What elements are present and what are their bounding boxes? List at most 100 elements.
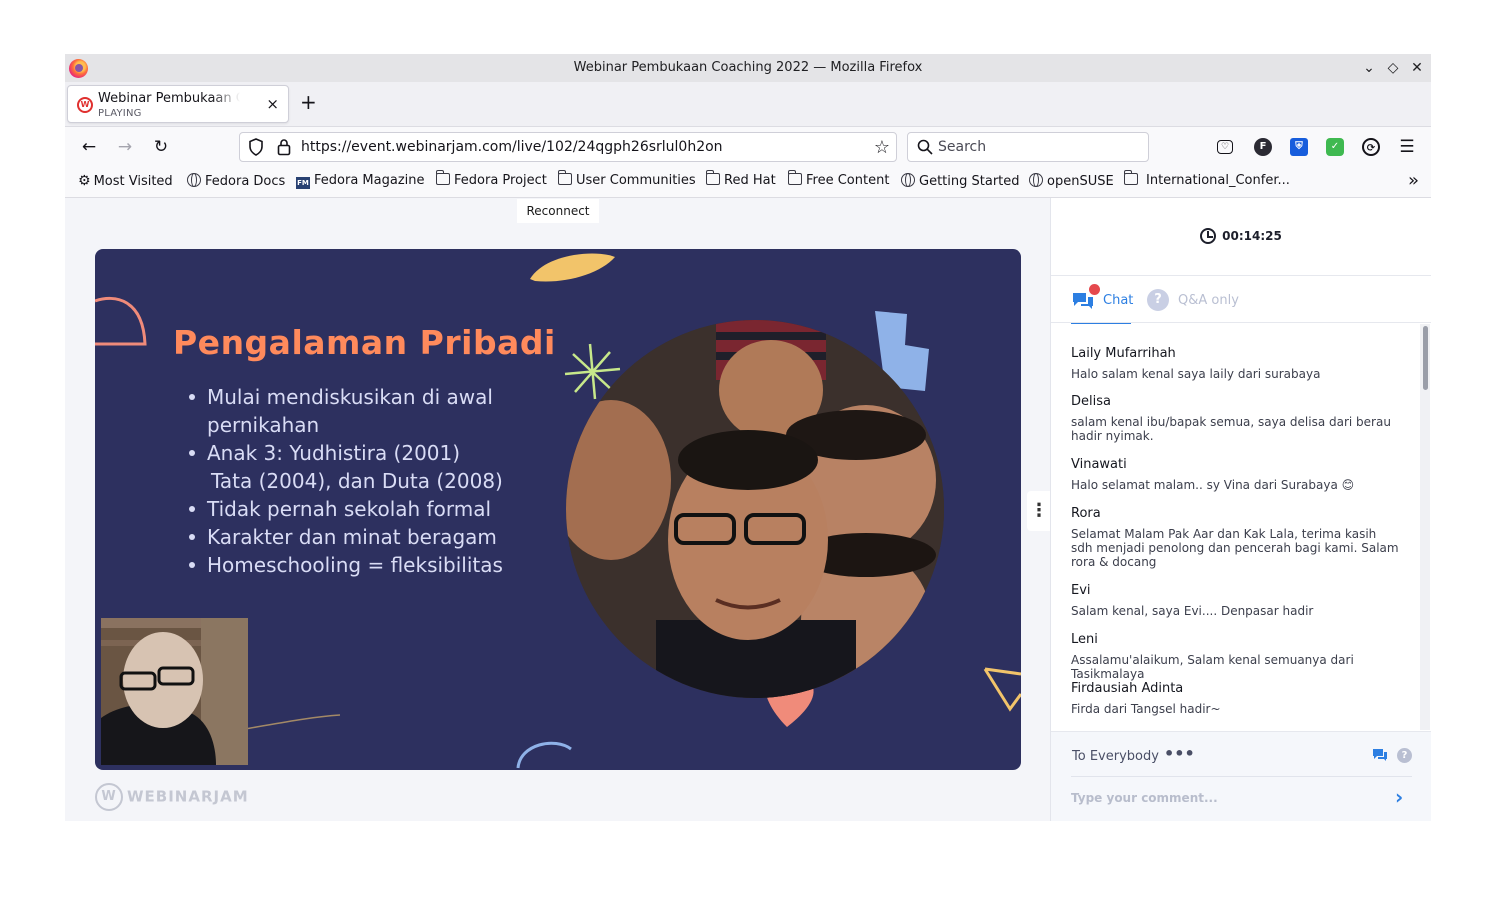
bookmark-getting-started[interactable]: Getting Started xyxy=(901,173,1020,189)
bookmark-international-confer[interactable]: International_Confer... xyxy=(1123,170,1290,188)
tab-chat[interactable]: Chat xyxy=(1071,284,1134,324)
reload-button[interactable]: ↻ xyxy=(150,136,172,158)
slide-bullet: Tidak pernah sekolah formal xyxy=(187,495,503,523)
message-text: salam kenal ibu/bapak semua, saya delisa… xyxy=(1071,415,1391,443)
divider xyxy=(1051,322,1431,323)
bookmark-fedora-magazine[interactable]: FM Fedora Magazine xyxy=(296,173,425,189)
more-options-icon[interactable]: ••• xyxy=(1164,744,1195,763)
message-author: Vinawati xyxy=(1071,457,1127,472)
bookmark-star-icon[interactable]: ☆ xyxy=(874,137,890,158)
chat-message: Laily Mufarrihah Halo salam kenal saya l… xyxy=(1071,346,1401,381)
comment-input[interactable] xyxy=(1071,788,1381,808)
gear-icon: ⚙ xyxy=(78,173,91,189)
browser-window: Webinar Pembukaan Coaching 2022 — Mozill… xyxy=(65,54,1431,821)
message-author: Delisa xyxy=(1071,394,1111,409)
chat-message: Leni Assalamu'alaikum, Salam kenal semua… xyxy=(1071,632,1401,681)
reconnect-button[interactable]: Reconnect xyxy=(517,199,599,223)
new-tab-button[interactable]: + xyxy=(300,92,317,112)
privacy-badger-icon[interactable]: ✓ xyxy=(1326,138,1344,156)
chat-mode-icon[interactable] xyxy=(1372,748,1388,762)
notification-dot xyxy=(1089,284,1100,295)
message-text: Selamat Malam Pak Aar dan Kak Lala, teri… xyxy=(1071,527,1399,569)
chat-scrollbar-thumb[interactable] xyxy=(1423,326,1428,390)
send-chevron-icon[interactable]: › xyxy=(1395,787,1413,808)
title-bar: Webinar Pembukaan Coaching 2022 — Mozill… xyxy=(65,54,1431,82)
family-photo xyxy=(566,320,944,698)
slide-bullet: Karakter dan minat beragam xyxy=(187,523,503,551)
tab-title: Webinar Pembukaan Coaching 2022 xyxy=(98,91,240,106)
tab-webinar[interactable]: W Webinar Pembukaan Coaching 2022 PLAYIN… xyxy=(67,85,289,123)
bookmark-opensuse[interactable]: openSUSE xyxy=(1029,173,1114,189)
maximize-icon[interactable]: ◇ xyxy=(1383,58,1403,78)
forward-button[interactable]: → xyxy=(114,136,136,158)
globe-icon xyxy=(1029,173,1043,187)
bookmark-red-hat[interactable]: Red Hat xyxy=(705,170,776,188)
extension-f-icon[interactable]: F xyxy=(1254,138,1272,156)
tab-qa[interactable]: ? Q&A only xyxy=(1147,286,1257,324)
clock-icon xyxy=(1200,228,1217,244)
pocket-icon[interactable]: ♡ xyxy=(1217,140,1233,154)
close-window-icon[interactable]: ✕ xyxy=(1407,58,1427,78)
bookmark-fedora-docs[interactable]: Fedora Docs xyxy=(187,173,285,189)
webinarjam-favicon-icon: W xyxy=(77,97,93,113)
message-text: Halo salam kenal saya laily dari surabay… xyxy=(1071,367,1321,381)
message-text: Salam kenal, saya Evi.... Denpasar hadir xyxy=(1071,604,1314,618)
navigation-bar: ← → ↻ https://event.webinarjam.com/live/… xyxy=(65,126,1431,166)
speaker-video-thumbnail[interactable] xyxy=(101,618,248,765)
slide-bullet: Homeschooling = fleksibilitas xyxy=(187,551,503,579)
session-timer: 00:14:25 xyxy=(1051,228,1431,244)
question-mode-icon[interactable]: ? xyxy=(1397,748,1412,763)
bitwarden-icon[interactable]: ⛨ xyxy=(1290,138,1308,156)
chat-message: Firdausiah Adinta Firda dari Tangsel had… xyxy=(1071,681,1401,716)
tab-playing-status: PLAYING xyxy=(98,108,142,119)
bookmark-free-content[interactable]: Free Content xyxy=(787,170,889,188)
webinar-page: Reconnect Pengalaman Pribadi Mulai mendi… xyxy=(65,198,1431,821)
slide-bullet-continuation: Tata (2004), dan Duta (2008) xyxy=(211,469,503,493)
bookmarks-overflow-chevron-icon[interactable]: » xyxy=(1408,170,1419,191)
bookmark-fedora-project[interactable]: Fedora Project xyxy=(435,170,547,188)
folder-icon xyxy=(435,170,450,185)
minimize-icon[interactable]: ⌄ xyxy=(1359,58,1379,78)
webinarjam-logo: W WEBINARJAM xyxy=(95,783,249,811)
globe-icon xyxy=(187,173,201,187)
slide-bullet: Mulai mendiskusikan di awal xyxy=(187,383,503,411)
search-input[interactable]: Search xyxy=(907,132,1149,162)
tab-close-icon[interactable]: × xyxy=(266,95,279,113)
window-title: Webinar Pembukaan Coaching 2022 — Mozill… xyxy=(573,60,923,75)
chat-message: Evi Salam kenal, saya Evi.... Denpasar h… xyxy=(1071,583,1401,618)
message-author: Laily Mufarrihah xyxy=(1071,346,1176,361)
bookmark-most-visited[interactable]: ⚙ Most Visited xyxy=(78,173,173,189)
message-text: Firda dari Tangsel hadir~ xyxy=(1071,702,1221,716)
folder-icon xyxy=(705,170,720,185)
tracking-shield-icon[interactable] xyxy=(248,138,264,156)
chat-message-list[interactable]: Laily Mufarrihah Halo salam kenal saya l… xyxy=(1051,324,1421,730)
message-text: Halo selamat malam.. sy Vina dari Suraba… xyxy=(1071,478,1355,492)
bookmark-user-communities[interactable]: User Communities xyxy=(557,170,696,188)
hamburger-menu-icon[interactable]: ☰ xyxy=(1396,136,1418,158)
tab-strip: W Webinar Pembukaan Coaching 2022 PLAYIN… xyxy=(65,82,1431,126)
chat-composer: To Everybody ••• ? › xyxy=(1051,731,1431,821)
recipient-selector[interactable]: To Everybody xyxy=(1072,749,1159,764)
message-author: Rora xyxy=(1071,506,1101,521)
message-author: Leni xyxy=(1071,632,1098,647)
sync-extension-icon[interactable]: ⟳ xyxy=(1362,138,1380,156)
message-text: Assalamu'alaikum, Salam kenal semuanya d… xyxy=(1071,653,1354,681)
url-bar[interactable]: https://event.webinarjam.com/live/102/24… xyxy=(239,132,897,162)
chat-message: Vinawati Halo selamat malam.. sy Vina da… xyxy=(1071,457,1401,492)
back-button[interactable]: ← xyxy=(78,136,100,158)
slide-bullet: Anak 3: Yudhistira (2001) xyxy=(187,439,503,467)
message-author: Evi xyxy=(1071,583,1091,598)
search-placeholder: Search xyxy=(938,139,987,155)
folder-icon xyxy=(557,170,572,185)
bookmarks-bar: ⚙ Most Visited Fedora Docs FM Fedora Magaz… xyxy=(65,166,1431,198)
url-text[interactable]: https://event.webinarjam.com/live/102/24… xyxy=(301,139,723,155)
chat-message: Rora Selamat Malam Pak Aar dan Kak Lala,… xyxy=(1071,506,1401,569)
divider xyxy=(1071,776,1412,777)
panel-options-kebab-icon[interactable]: ⋮ xyxy=(1027,491,1051,531)
question-icon: ? xyxy=(1147,289,1169,311)
slide-title: Pengalaman Pribadi xyxy=(173,323,556,362)
tab-chat-label: Chat xyxy=(1103,293,1134,308)
lock-icon[interactable] xyxy=(277,138,291,156)
slide-bullet-continuation: pernikahan xyxy=(207,413,320,437)
folder-icon xyxy=(1123,170,1138,185)
